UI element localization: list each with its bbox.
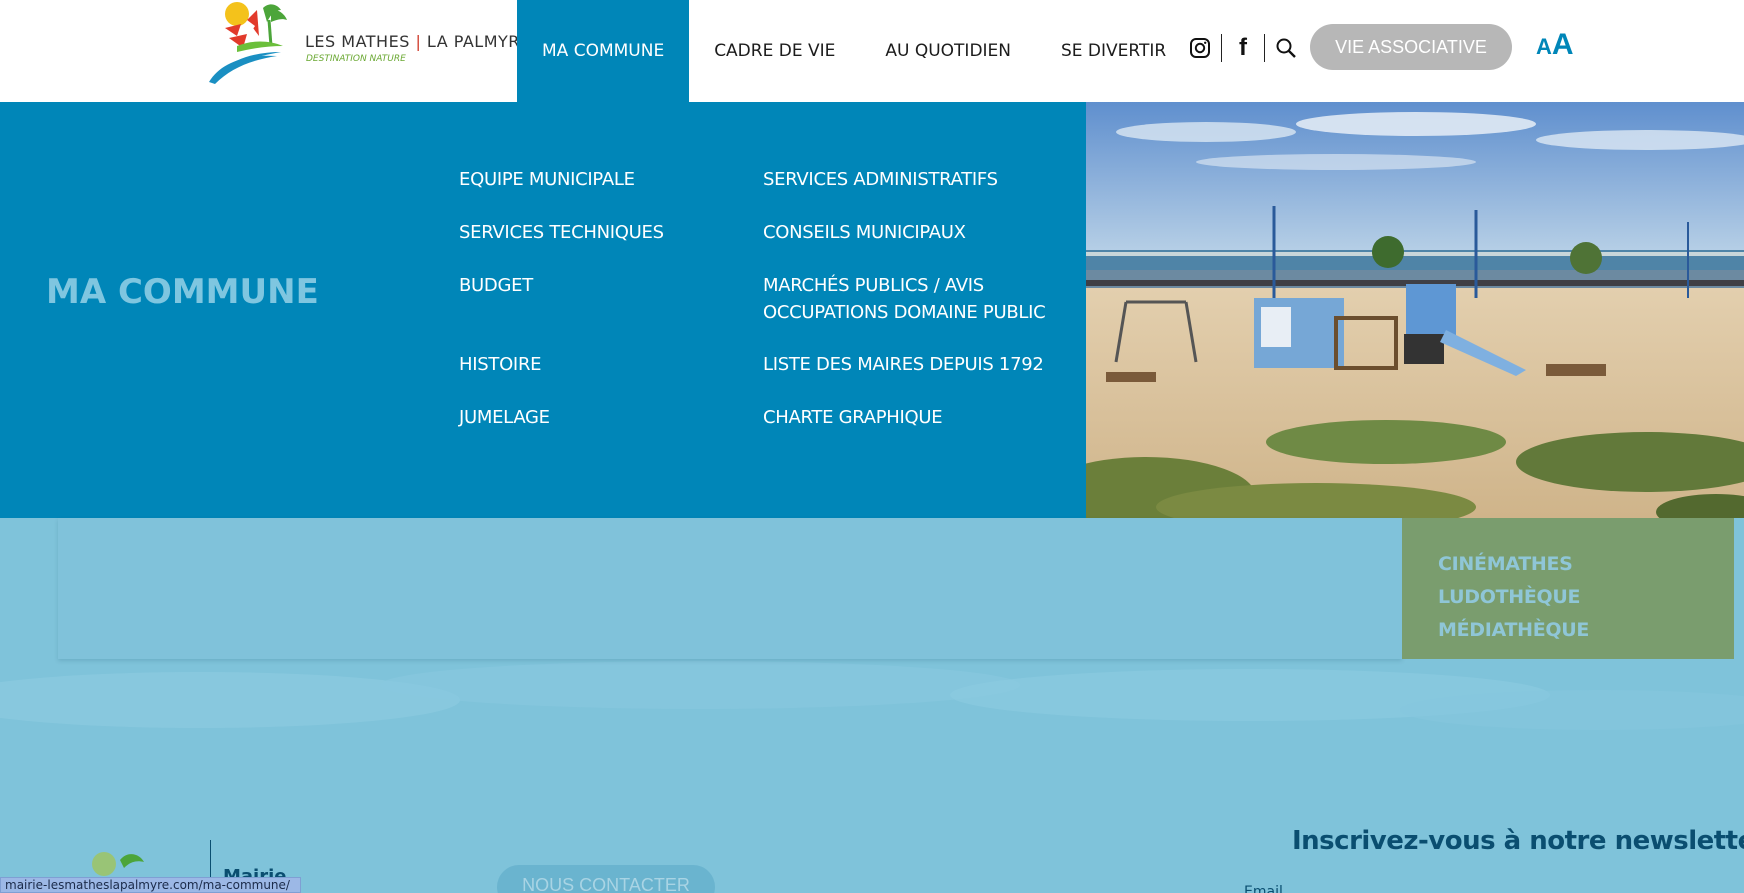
vie-associative-button[interactable]: VIE ASSOCIATIVE (1310, 24, 1512, 70)
brand-separator: | (415, 32, 422, 51)
quick-link-mediatheque[interactable]: MÉDIATHÈQUE (1438, 614, 1734, 647)
quick-links-box: CINÉMATHES LUDOTHÈQUE MÉDIATHÈQUE (1402, 518, 1734, 659)
nav-item-ma-commune[interactable]: MA COMMUNE (517, 0, 690, 102)
brand-name-left: LES MATHES (305, 32, 410, 51)
nav-item-cadre-de-vie[interactable]: CADRE DE VIE (689, 0, 860, 102)
nav-item-se-divertir[interactable]: SE DIVERTIR (1036, 0, 1191, 102)
newsletter-title: Inscrivez-vous à notre newsletter (1292, 826, 1744, 856)
menu-link-services-administratifs[interactable]: SERVICES ADMINISTRATIFS (763, 166, 998, 193)
beach-playground-image (1086, 102, 1744, 518)
mega-menu: MA COMMUNE EQUIPE MUNICIPALE SERVICES TE… (0, 102, 1086, 518)
search-icon[interactable] (1273, 33, 1299, 63)
brand-name: LES MATHES | LA PALMYRE (305, 32, 531, 51)
facebook-icon[interactable]: f (1230, 33, 1256, 63)
menu-link-histoire[interactable]: HISTOIRE (459, 351, 542, 378)
mega-menu-title: MA COMMUNE (46, 272, 319, 312)
logo-emblem-icon (209, 2, 287, 84)
content-card (58, 518, 1402, 659)
main-nav: MA COMMUNE CADRE DE VIE AU QUOTIDIEN SE … (517, 0, 1191, 102)
social-links: f (1187, 28, 1299, 68)
menu-link-budget[interactable]: BUDGET (459, 272, 533, 299)
menu-link-marches-publics-line2: OCCUPATIONS DOMAINE PUBLIC (763, 302, 1046, 323)
status-bar-url: mairie-lesmatheslapalmyre.com/ma-commune… (0, 877, 301, 893)
menu-link-equipe-municipale[interactable]: EQUIPE MUNICIPALE (459, 166, 635, 193)
divider (1264, 34, 1265, 62)
nav-item-au-quotidien[interactable]: AU QUOTIDIEN (860, 0, 1036, 102)
menu-link-liste-des-maires[interactable]: LISTE DES MAIRES DEPUIS 1792 (763, 351, 1044, 378)
divider (1221, 34, 1222, 62)
site-logo[interactable]: LES MATHES | LA PALMYRE DESTINATION NATU… (207, 0, 530, 90)
menu-link-services-techniques[interactable]: SERVICES TECHNIQUES (459, 219, 664, 246)
menu-link-marches-publics[interactable]: MARCHÉS PUBLICS / AVIS OCCUPATIONS DOMAI… (763, 272, 1046, 326)
font-size-small-label: A (1536, 34, 1552, 59)
menu-link-marches-publics-line1: MARCHÉS PUBLICS / AVIS (763, 275, 984, 296)
font-size-big-label: A (1551, 28, 1574, 61)
brand-name-right: LA PALMYRE (426, 32, 531, 51)
brand-tagline: DESTINATION NATURE (306, 54, 406, 64)
quick-link-cinemathes[interactable]: CINÉMATHES (1438, 548, 1734, 581)
font-size-toggle[interactable]: AA (1536, 28, 1574, 62)
instagram-icon[interactable] (1187, 33, 1213, 63)
site-header: LES MATHES | LA PALMYRE DESTINATION NATU… (0, 0, 1744, 102)
newsletter-email-label: Email (1244, 884, 1283, 893)
menu-link-charte-graphique[interactable]: CHARTE GRAPHIQUE (763, 404, 943, 431)
quick-link-ludotheque[interactable]: LUDOTHÈQUE (1438, 581, 1734, 614)
contact-button[interactable]: NOUS CONTACTER (497, 865, 715, 893)
menu-link-jumelage[interactable]: JUMELAGE (459, 404, 550, 431)
menu-link-conseils-municipaux[interactable]: CONSEILS MUNICIPAUX (763, 219, 966, 246)
mega-menu-photo (1086, 102, 1744, 518)
